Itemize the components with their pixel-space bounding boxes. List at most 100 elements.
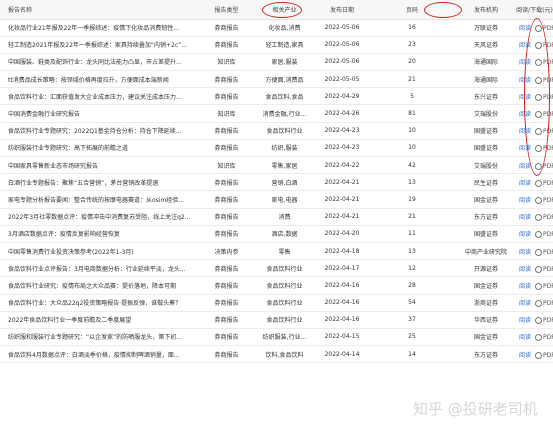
- read-link[interactable]: 阅读: [519, 163, 531, 170]
- report-title[interactable]: 纺织服装行业专题研究：高下拓展的前瞻之道: [0, 139, 200, 156]
- report-date: 2022-04-21: [324, 213, 360, 221]
- pdf-download-link[interactable]: PDF下载(免费): [535, 42, 553, 50]
- pdf-icon: [535, 351, 543, 359]
- read-link[interactable]: 阅读: [519, 59, 531, 66]
- pdf-download-label: PDF下载(免费): [543, 317, 553, 325]
- pdf-download-link[interactable]: PDF下载(免费): [535, 128, 553, 136]
- read-link[interactable]: 阅读: [519, 180, 531, 187]
- pdf-download-link[interactable]: PDF下载(免费): [535, 231, 553, 239]
- pdf-download-link[interactable]: PDF下载(免费): [535, 162, 553, 170]
- pdf-download-label: PDF下载(免费): [543, 248, 553, 256]
- report-actions: 阅读 PDF下载(免费): [516, 191, 553, 208]
- pdf-download-link[interactable]: PDF下载(免费): [535, 76, 553, 84]
- report-industry: 食品饮料行业: [266, 265, 303, 273]
- header-date[interactable]: 发布日期: [316, 0, 368, 20]
- report-title[interactable]: 白酒行业专题报告：聚焦“五合营销”，茅台营销改革提速: [0, 174, 200, 191]
- pdf-download-link[interactable]: PDF下载(免费): [535, 59, 553, 67]
- report-type: 券商报告: [214, 282, 239, 290]
- pdf-download-label: PDF下载(免费): [543, 231, 553, 239]
- report-actions: 阅读 PDF下载(免费): [516, 346, 553, 363]
- read-link[interactable]: 阅读: [519, 266, 531, 273]
- report-title[interactable]: tt消费品成长策略：按领域价格再度拉升，方便面成本端新闻: [0, 71, 200, 88]
- pdf-icon: [535, 111, 543, 119]
- report-industry: 化妆品,消费: [268, 25, 301, 33]
- pdf-download-link[interactable]: PDF下载(免费): [535, 179, 553, 187]
- pdf-icon: [535, 317, 543, 325]
- header-pages[interactable]: 页码: [368, 0, 456, 20]
- report-industry: 酒店,数据: [271, 231, 298, 239]
- report-title[interactable]: 2022年3月社零数据点评：疫情冲击中消费复苏受阻，线上关注q2...: [0, 208, 200, 225]
- pdf-download-link[interactable]: PDF下载(免费): [535, 317, 553, 325]
- table-row: 轻工制造2021年报及22年一季报综述：家具持续叠加“内销+2c”... 券商报告…: [0, 36, 553, 54]
- report-pages: 13: [408, 247, 416, 255]
- report-title[interactable]: 食品饮料行业点评报告：3月电商数据分析：行业延续平淡，龙头...: [0, 260, 200, 277]
- table-row: tt消费品成长策略：按领域价格再度拉升，方便面成本端新闻 券商报告 方便面,消费品 2…: [0, 71, 553, 88]
- pdf-download-link[interactable]: PDF下载(免费): [535, 214, 553, 222]
- report-title[interactable]: 食品饮料行业专题研究：2022Q1基金持仓分析：持仓下降延续...: [0, 122, 200, 139]
- report-actions: 阅读 PDF下载(免费): [516, 208, 553, 225]
- pdf-download-link[interactable]: PDF下载(免费): [535, 248, 553, 256]
- header-type[interactable]: 报告类型: [200, 0, 253, 20]
- header-org[interactable]: 发布机构: [456, 0, 516, 20]
- pdf-download-link[interactable]: PDF下载(免费): [535, 334, 553, 342]
- read-link[interactable]: 阅读: [519, 283, 531, 290]
- report-title[interactable]: 中国服装、鞋类及配饰行业：龙头同比法能力凸显，市占差提升...: [0, 53, 200, 70]
- report-title[interactable]: 家电专题分析报告要闻：整合传统的按摩电器赛道：从osim经验...: [0, 191, 200, 208]
- report-title[interactable]: 中国零售消费行业投资决策参考(2022年1-3月): [0, 242, 200, 259]
- read-link[interactable]: 阅读: [519, 111, 531, 118]
- header-title[interactable]: 报告名称: [0, 0, 200, 20]
- report-org: 国金证券: [473, 334, 498, 342]
- read-link[interactable]: 阅读: [519, 77, 531, 84]
- report-title[interactable]: 食品饮料行业：汇面获值发大企业成本压力，建议关注成本压力...: [0, 88, 200, 105]
- report-org: 国盛证券: [473, 231, 498, 239]
- report-title[interactable]: 纺织服和服装行业专题研究：“以企发家”的防晒服龙头，第下初...: [0, 328, 200, 345]
- pdf-download-link[interactable]: PDF下载(免费): [535, 93, 553, 101]
- report-type: 券商报告: [214, 214, 239, 222]
- pdf-download-link[interactable]: PDF下载(免费): [535, 25, 553, 33]
- read-link[interactable]: 阅读: [519, 128, 531, 135]
- pdf-download-link[interactable]: PDF下载(免费): [535, 145, 553, 153]
- report-type: 知识库: [217, 111, 236, 119]
- report-title[interactable]: 轻工制造2021年报及22年一季报综述：家具持续叠加“内销+2c”...: [0, 36, 200, 53]
- report-title[interactable]: 食品饮料行业研究：疫情布局之大众品赛：提价落地，降本可期: [0, 277, 200, 294]
- report-title[interactable]: 中国家具零售新业态市场研究报告: [0, 157, 200, 174]
- report-title[interactable]: 2022年食品饮料行业一季度前瞻及二季度展望: [0, 311, 200, 328]
- pdf-icon: [535, 42, 543, 50]
- read-link[interactable]: 阅读: [519, 145, 531, 152]
- report-type: 券商报告: [214, 351, 239, 359]
- read-link[interactable]: 阅读: [519, 42, 531, 49]
- pdf-download-link[interactable]: PDF下载(免费): [535, 300, 553, 308]
- pdf-download-link[interactable]: PDF下载(免费): [535, 282, 553, 290]
- report-title[interactable]: 3月酒店数据点评：疫情反复影响经营恢复: [0, 225, 200, 242]
- report-title[interactable]: 食品饮料行业：大众品22q2投资策略报告·提振反弹，谁做头筹？: [0, 294, 200, 311]
- report-title[interactable]: 中国消费金融行业研究报告: [0, 105, 200, 122]
- read-link[interactable]: 阅读: [519, 231, 531, 238]
- read-link[interactable]: 阅读: [519, 334, 531, 341]
- report-actions: 阅读 PDF下载(免费): [516, 53, 553, 70]
- report-pages: 10: [408, 144, 416, 152]
- pdf-download-link[interactable]: PDF下载(免费): [535, 111, 553, 119]
- report-org: 艾瑞股份: [473, 111, 498, 119]
- header-industry[interactable]: 相关产业: [253, 0, 316, 20]
- report-title[interactable]: 化妆品行业21年报及22年一季报综述：疫情下化妆品消费韧性...: [0, 19, 200, 36]
- pdf-icon: [535, 248, 543, 256]
- report-industry: 食品饮料,食品: [265, 93, 304, 101]
- report-org: 中商产业研究院: [464, 248, 507, 256]
- read-link[interactable]: 阅读: [519, 25, 531, 32]
- read-link[interactable]: 阅读: [519, 197, 531, 204]
- read-link[interactable]: 阅读: [519, 352, 531, 359]
- report-date: 2022-04-17: [324, 264, 360, 272]
- read-link[interactable]: 阅读: [519, 94, 531, 101]
- read-link[interactable]: 阅读: [519, 300, 531, 307]
- report-title[interactable]: 食品饮料4月数据点评：白酒淡季价格，疫情抑制啤酒销量，面...: [0, 346, 200, 363]
- pdf-download-link[interactable]: PDF下载(免费): [535, 196, 553, 204]
- table-row: 食品饮料行业专题研究：2022Q1基金持仓分析：持仓下降延续... 券商报告 食品饮…: [0, 122, 553, 140]
- read-link[interactable]: 阅读: [519, 214, 531, 221]
- pdf-download-label: PDF下载(免费): [543, 300, 553, 308]
- report-pages: 19: [408, 195, 416, 203]
- pdf-download-link[interactable]: PDF下载(免费): [535, 351, 553, 359]
- read-link[interactable]: 阅读: [519, 317, 531, 324]
- read-link[interactable]: 阅读: [519, 249, 531, 256]
- report-actions: 阅读 PDF下载(免费): [516, 328, 553, 345]
- pdf-download-link[interactable]: PDF下载(免费): [535, 265, 553, 273]
